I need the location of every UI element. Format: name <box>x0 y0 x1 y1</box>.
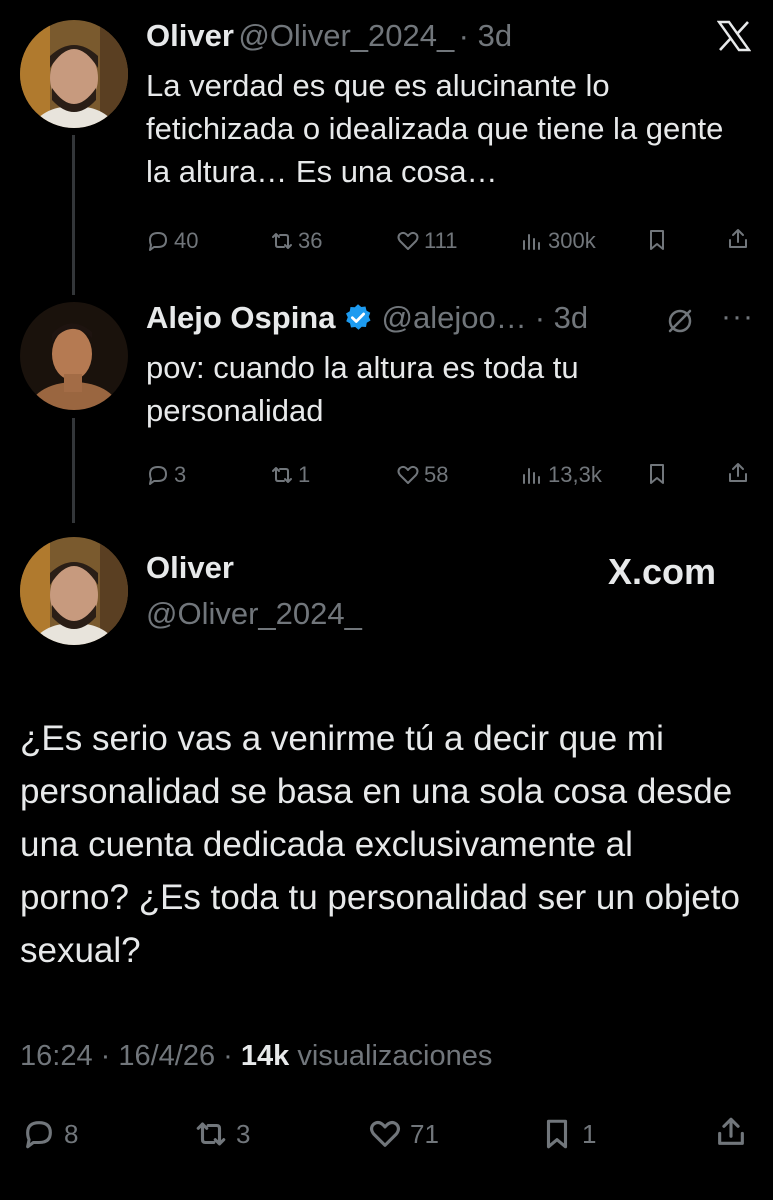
retweet-button[interactable]: 3 <box>194 1117 250 1151</box>
views-icon <box>523 468 540 484</box>
like-count: 71 <box>410 1118 439 1149</box>
more-options-icon[interactable]: ··· <box>721 300 754 334</box>
author-handle[interactable]: @Oliver_2024_ <box>238 18 454 53</box>
thread-line <box>72 135 75 295</box>
retweet-button[interactable]: 1 <box>270 462 310 488</box>
author-name[interactable]: Alejo Ospina <box>146 300 335 336</box>
bookmark-button[interactable]: 1 <box>540 1117 596 1151</box>
reply-button[interactable]: 40 <box>146 228 198 254</box>
share-icon <box>729 463 747 482</box>
share-icon <box>718 1117 744 1145</box>
like-count: 111 <box>424 228 458 253</box>
share-icon <box>729 229 747 248</box>
bookmark-button[interactable] <box>645 462 669 491</box>
like-button[interactable]: 71 <box>368 1117 439 1151</box>
retweet-icon <box>196 1122 226 1146</box>
views-icon <box>523 234 540 250</box>
retweet-count: 3 <box>236 1118 251 1149</box>
views-count: 14k <box>240 1040 290 1072</box>
retweet-count: 1 <box>298 462 311 487</box>
avatar[interactable] <box>20 537 128 645</box>
reply-count: 3 <box>174 462 187 487</box>
views-label: visualizaciones <box>297 1040 493 1072</box>
views-count: 300k <box>548 228 596 253</box>
share-button[interactable] <box>726 227 750 256</box>
tweet-text: La verdad es que es alucinante lo fetich… <box>146 68 724 189</box>
post-timestamp[interactable]: 16:24 · 16/4/26 · <box>20 1040 233 1072</box>
views-count: 13,3k <box>548 462 602 487</box>
verified-badge-icon <box>346 304 371 330</box>
heart-icon <box>369 1120 401 1147</box>
reply-count: 40 <box>174 228 199 253</box>
bookmark-icon <box>546 1119 568 1149</box>
tweet-text: pov: cuando la altura es toda tu persona… <box>146 350 579 428</box>
share-button[interactable] <box>726 461 750 490</box>
bookmark-icon <box>650 464 664 484</box>
tweet-text: ¿Es serio vas a venirme tú a decir que m… <box>20 719 740 970</box>
author-handle[interactable]: @alejoo… <box>381 300 526 336</box>
watermark: X.com <box>608 551 717 592</box>
x-logo-icon[interactable] <box>716 20 752 57</box>
share-button[interactable] <box>714 1115 748 1149</box>
reply-icon <box>149 466 167 485</box>
reply-icon <box>149 232 167 251</box>
avatar[interactable] <box>20 302 128 410</box>
grok-icon[interactable] <box>665 306 695 341</box>
heart-icon <box>397 465 419 484</box>
bookmark-button[interactable] <box>645 228 669 257</box>
author-handle[interactable]: @Oliver_2024_ <box>146 596 362 632</box>
reply-button[interactable]: 3 <box>146 462 186 488</box>
views-button[interactable]: 13,3k <box>520 462 602 488</box>
author-name[interactable]: Oliver <box>146 550 234 586</box>
heart-icon <box>397 231 419 250</box>
reply-count: 8 <box>64 1118 79 1149</box>
bookmark-icon <box>650 230 664 250</box>
timestamp[interactable]: · 3d <box>459 18 512 53</box>
author-name[interactable]: Oliver <box>146 18 234 53</box>
retweet-icon <box>272 467 292 483</box>
like-count: 58 <box>424 462 449 487</box>
retweet-button[interactable]: 36 <box>270 228 322 254</box>
bookmark-count: 1 <box>582 1118 597 1149</box>
views-button[interactable]: 300k <box>520 228 596 254</box>
retweet-icon <box>272 233 292 249</box>
reply-button[interactable]: 8 <box>22 1117 78 1151</box>
retweet-count: 36 <box>298 228 323 253</box>
like-button[interactable]: 111 <box>396 228 457 254</box>
thread-line <box>72 418 75 523</box>
avatar[interactable] <box>20 20 128 128</box>
like-button[interactable]: 58 <box>396 462 448 488</box>
reply-icon <box>26 1121 52 1149</box>
timestamp[interactable]: · 3d <box>535 300 588 336</box>
